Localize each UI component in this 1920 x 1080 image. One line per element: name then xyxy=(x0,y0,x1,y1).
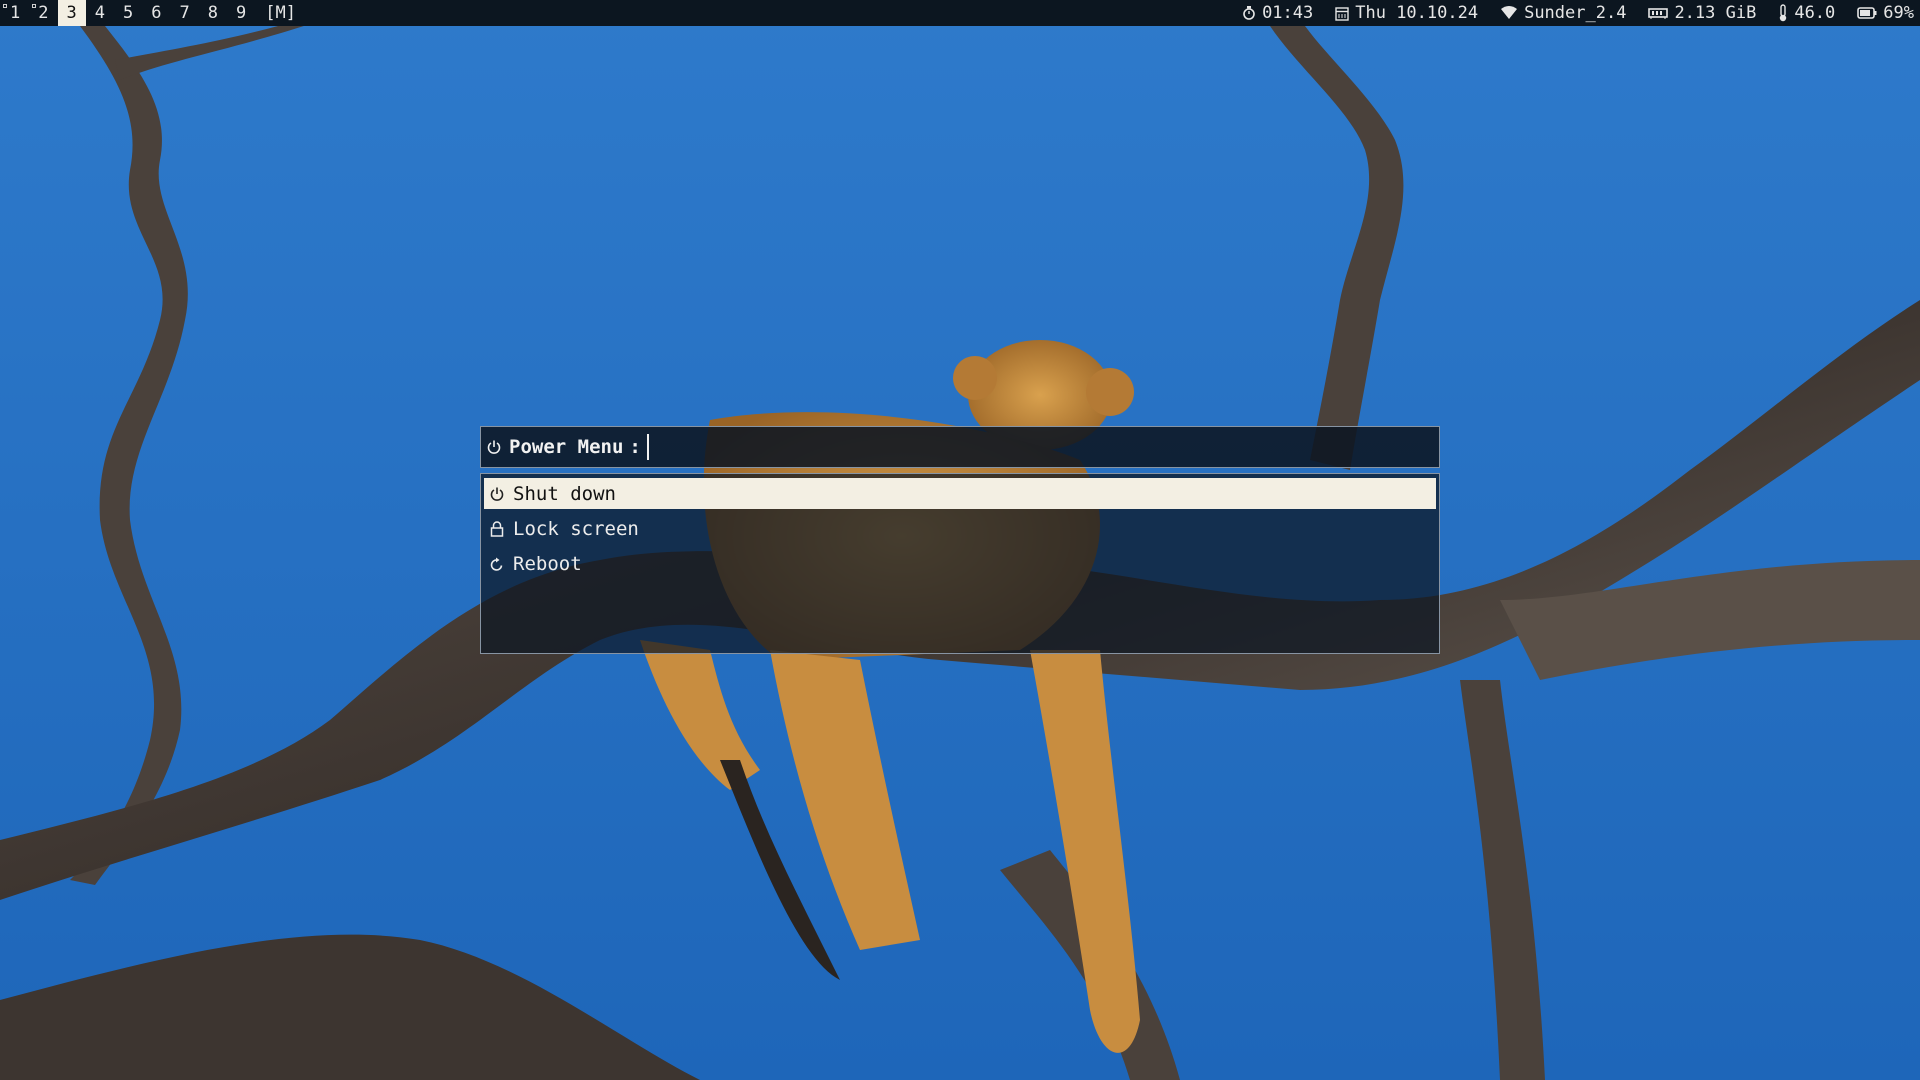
clock-icon xyxy=(1243,6,1255,20)
temperature-module[interactable]: 46.0 xyxy=(1778,0,1835,26)
workspace-3[interactable]: 3 xyxy=(57,0,86,26)
battery-icon xyxy=(1857,7,1877,19)
workspace-label: 3 xyxy=(66,3,77,23)
menu-item-label: Reboot xyxy=(513,552,582,575)
thermometer-icon xyxy=(1780,4,1787,22)
power-icon xyxy=(490,487,504,501)
date-module[interactable]: Thu 10.10.24 xyxy=(1335,0,1478,26)
power-menu: Power Menu : Shut down Lock screen Reboo… xyxy=(480,426,1440,654)
wifi-icon xyxy=(1501,6,1518,19)
workspace-label: 9 xyxy=(236,3,247,23)
menu-item-label: Lock screen xyxy=(513,517,639,540)
calendar-icon xyxy=(1335,6,1349,21)
workspace-label: 8 xyxy=(207,3,218,23)
wifi-value: Sunder_2.4 xyxy=(1524,3,1627,23)
date-value: Thu 10.10.24 xyxy=(1355,3,1479,23)
workspace-label: 5 xyxy=(123,3,134,23)
battery-value: 69% xyxy=(1883,3,1914,23)
status-modules: 01:43 Thu 10.10.24 Sunder_2.4 2.13 GiB 4… xyxy=(1220,0,1920,26)
clock-value: 01:43 xyxy=(1262,3,1314,23)
memory-module[interactable]: 2.13 GiB xyxy=(1648,0,1756,26)
battery-module[interactable]: 69% xyxy=(1857,0,1914,26)
power-menu-list: Shut down Lock screen Reboot xyxy=(480,473,1440,654)
workspace-label: 6 xyxy=(151,3,162,23)
memory-value: 2.13 GiB xyxy=(1674,3,1757,23)
reboot-icon xyxy=(490,557,503,571)
clock-module[interactable]: 01:43 xyxy=(1242,0,1313,26)
workspace-label: 2 xyxy=(38,3,49,23)
workspace-2[interactable]: 2 xyxy=(29,0,57,26)
lock-icon xyxy=(490,520,504,537)
power-menu-prompt: Power Menu : xyxy=(480,426,1440,468)
layout-indicator[interactable]: [M] xyxy=(255,0,306,26)
workspace-label: 7 xyxy=(179,3,190,23)
menu-item-label: Shut down xyxy=(513,482,616,505)
workspace-switcher: 1 2 3 4 5 6 7 8 9 [M] xyxy=(0,0,306,26)
workspace-4[interactable]: 4 xyxy=(86,0,114,26)
workspace-7[interactable]: 7 xyxy=(171,0,199,26)
menu-item-shut-down[interactable]: Shut down xyxy=(484,478,1436,509)
workspace-1[interactable]: 1 xyxy=(0,0,29,26)
prompt-label: Power Menu xyxy=(509,436,624,458)
power-icon xyxy=(487,440,501,454)
menu-item-reboot[interactable]: Reboot xyxy=(484,548,1436,579)
workspace-5[interactable]: 5 xyxy=(114,0,142,26)
workspace-6[interactable]: 6 xyxy=(142,0,170,26)
occupied-indicator-icon xyxy=(32,4,37,8)
memory-icon xyxy=(1648,8,1669,19)
power-menu-search-input[interactable] xyxy=(646,434,951,460)
top-status-bar: 1 2 3 4 5 6 7 8 9 [M] 01:43 Thu 10.10.24… xyxy=(0,0,1920,26)
prompt-separator: : xyxy=(629,436,641,458)
temperature-value: 46.0 xyxy=(1794,3,1836,23)
workspace-9[interactable]: 9 xyxy=(227,0,255,26)
occupied-indicator-icon xyxy=(3,4,7,8)
workspace-label: 1 xyxy=(10,3,21,23)
menu-item-lock-screen[interactable]: Lock screen xyxy=(484,513,1436,544)
wifi-module[interactable]: Sunder_2.4 xyxy=(1500,0,1626,26)
workspace-8[interactable]: 8 xyxy=(199,0,227,26)
workspace-label: 4 xyxy=(94,3,105,23)
